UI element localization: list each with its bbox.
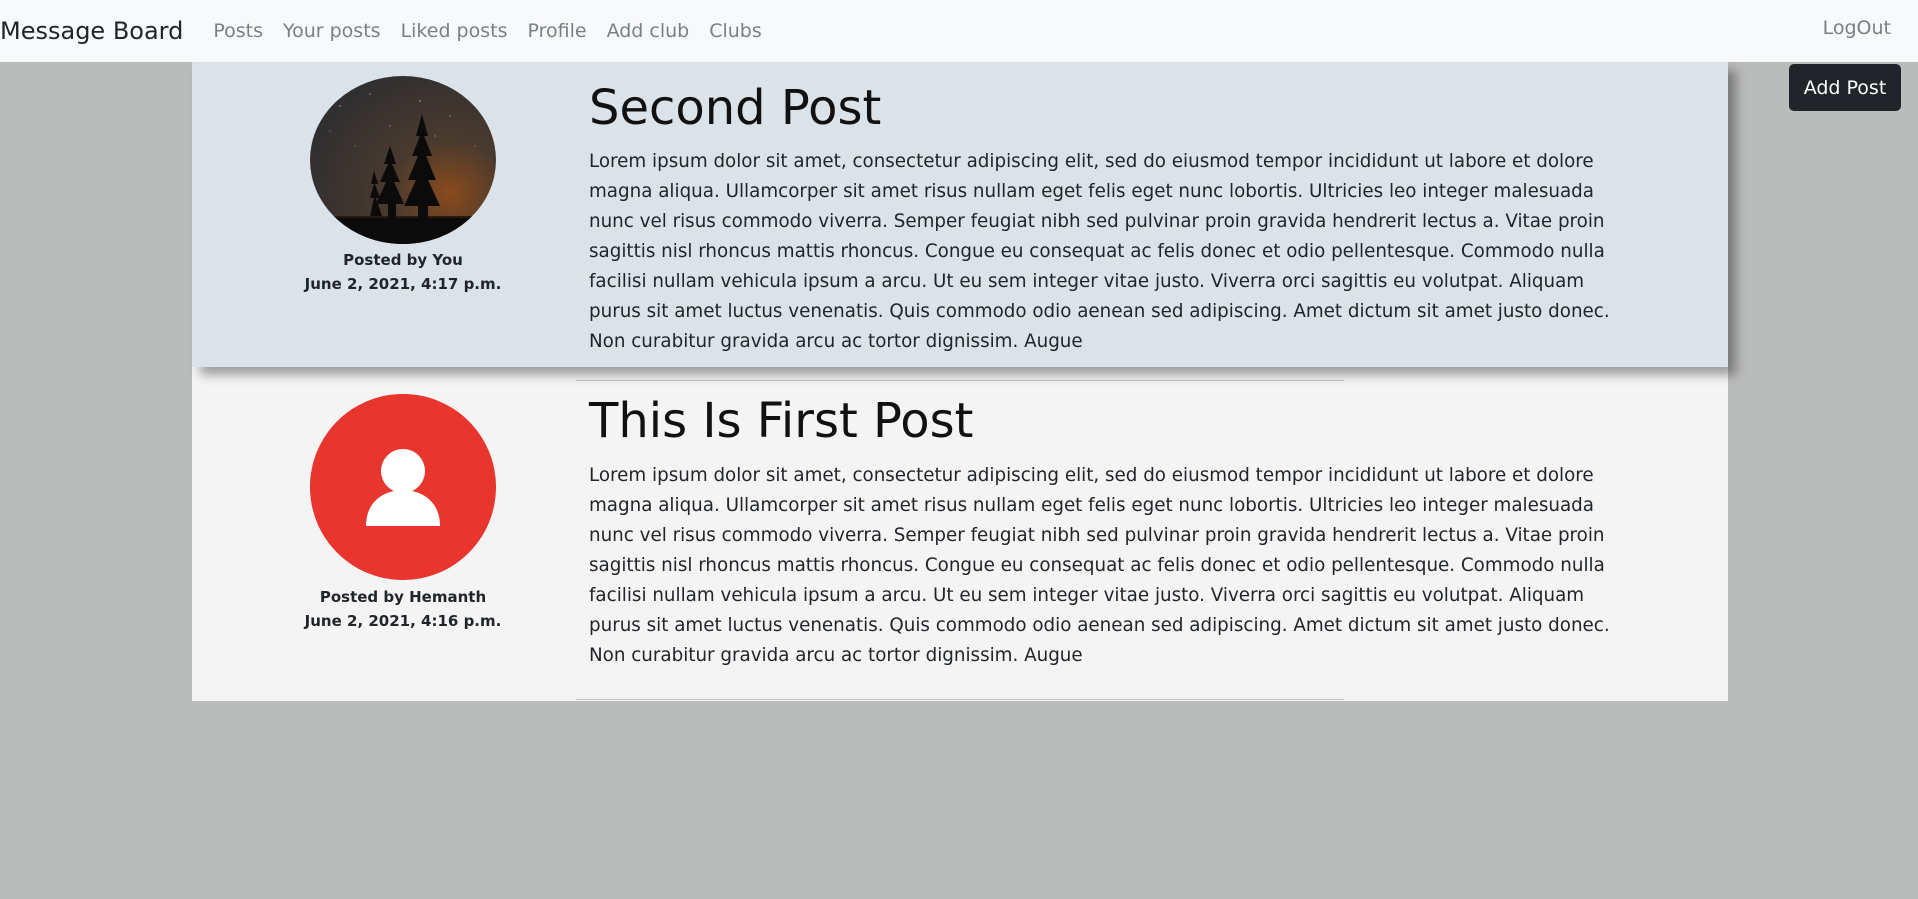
add-post-button[interactable]: Add Post [1789,64,1901,111]
brand-link[interactable]: Message Board [0,17,183,45]
top-navbar: Message Board Posts Your posts Liked pos… [0,0,1918,62]
post-card-first-post[interactable]: Posted by Hemanth June 2, 2021, 4:16 p.m… [192,367,1728,701]
post-date: June 2, 2021, 4:16 p.m. [304,612,502,630]
nav-link-profile[interactable]: Profile [517,20,596,42]
post-date: June 2, 2021, 4:17 p.m. [304,275,502,293]
logout-link[interactable]: LogOut [1823,17,1891,39]
post-card-second-post[interactable]: Posted by You June 2, 2021, 4:17 p.m. Se… [192,62,1728,367]
nav-link-your-posts[interactable]: Your posts [273,20,391,42]
nav-link-posts[interactable]: Posts [203,20,273,42]
post-body: Lorem ipsum dolor sit amet, consectetur … [589,151,1610,352]
default-user-icon [310,394,496,580]
nav-links: Posts Your posts Liked posts Profile Add… [203,20,771,42]
divider [576,380,1344,381]
nav-link-clubs[interactable]: Clubs [699,20,772,42]
night-forest-photo [310,76,496,244]
post-meta: Posted by Hemanth June 2, 2021, 4:16 p.m… [192,585,614,633]
post-title[interactable]: This Is First Post [589,391,973,451]
post-meta: Posted by You June 2, 2021, 4:17 p.m. [192,248,614,296]
author-avatar[interactable] [310,76,496,244]
author-avatar[interactable] [310,394,496,580]
nav-link-add-club[interactable]: Add club [597,20,700,42]
posted-by: Posted by Hemanth [319,588,487,606]
post-title[interactable]: Second Post [589,78,881,138]
nav-link-liked-posts[interactable]: Liked posts [391,20,518,42]
post-body: Lorem ipsum dolor sit amet, consectetur … [589,465,1610,666]
posted-by: Posted by You [343,251,463,269]
divider [576,699,1344,700]
